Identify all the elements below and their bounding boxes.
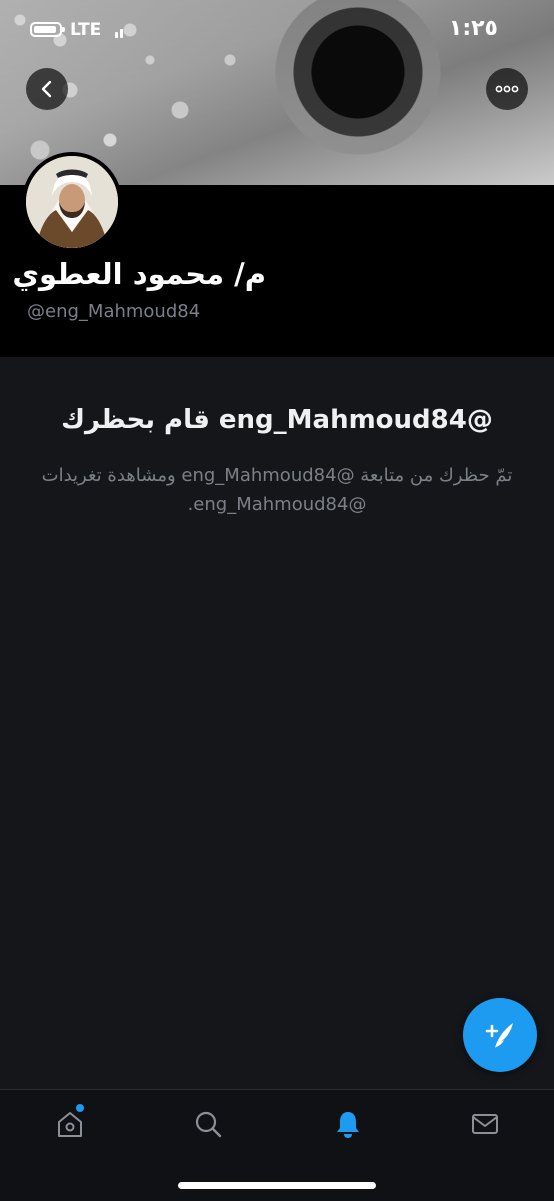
status-time: ١:٢٥ bbox=[448, 16, 498, 41]
profile-name: م/ محمود العطوي bbox=[12, 257, 266, 291]
blocked-title: @eng_Mahmoud84 قام بحظرك bbox=[61, 405, 493, 435]
home-notification-dot bbox=[76, 1104, 84, 1112]
back-button[interactable] bbox=[26, 68, 68, 110]
tab-search[interactable] bbox=[190, 1106, 226, 1142]
avatar[interactable] bbox=[22, 152, 122, 252]
battery-icon bbox=[30, 22, 65, 37]
chevron-left-icon bbox=[41, 80, 52, 98]
tab-notifications[interactable] bbox=[330, 1106, 366, 1142]
blocked-notice: @eng_Mahmoud84 قام بحظرك تمّ حظرك من متا… bbox=[0, 357, 554, 1089]
bell-icon bbox=[337, 1112, 359, 1138]
home-icon bbox=[58, 1112, 82, 1137]
more-options-button[interactable] bbox=[486, 68, 528, 110]
profile-handle: @eng_Mahmoud84 bbox=[27, 301, 201, 322]
status-bar: LTE ١:٢٥ bbox=[0, 0, 554, 60]
signal-icon bbox=[115, 24, 129, 38]
tab-messages[interactable] bbox=[467, 1106, 503, 1142]
compose-button[interactable] bbox=[463, 998, 537, 1072]
tab-home[interactable] bbox=[52, 1106, 88, 1142]
compose-tweet-icon bbox=[485, 1023, 513, 1048]
home-indicator[interactable] bbox=[178, 1182, 376, 1189]
profile-header: م/ محمود العطوي @eng_Mahmoud84 bbox=[0, 152, 554, 357]
more-dots-icon bbox=[495, 85, 519, 93]
mail-icon bbox=[472, 1114, 498, 1134]
search-icon bbox=[195, 1111, 222, 1138]
network-label: LTE bbox=[70, 20, 102, 40]
blocked-description: تمّ حظرك من متابعة @eng_Mahmoud84 ومشاهد… bbox=[41, 465, 513, 515]
